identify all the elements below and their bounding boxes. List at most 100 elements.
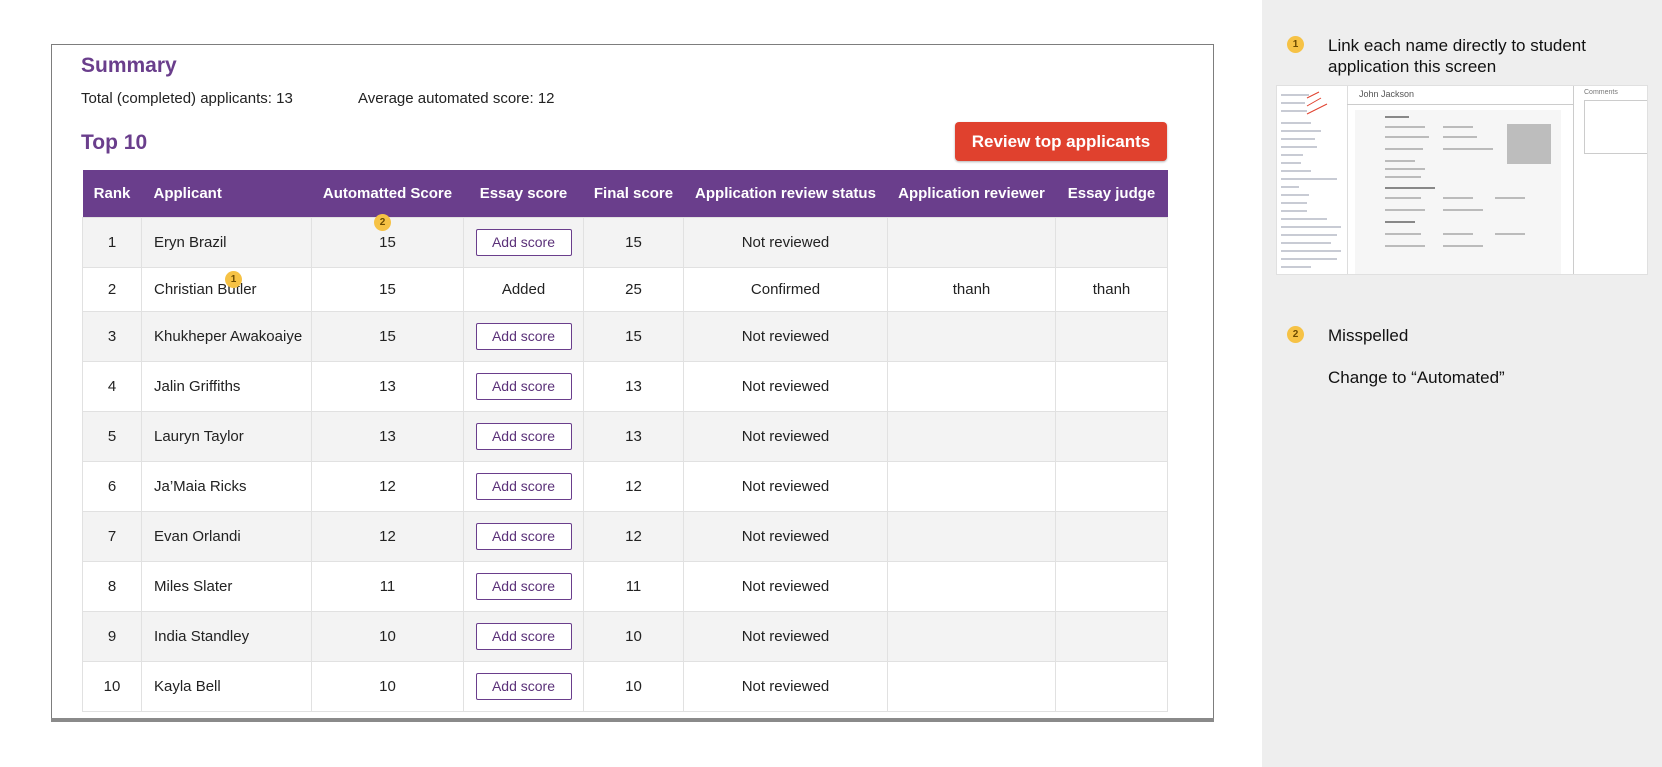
add-score-button[interactable]: Add score xyxy=(475,623,572,650)
cell-applicant[interactable]: Jalin Griffiths xyxy=(141,361,312,412)
cell-review-status: Not reviewed xyxy=(683,461,888,512)
cell-rank: 3 xyxy=(82,311,142,362)
top-10-heading: Top 10 xyxy=(81,131,148,154)
cell-automated-score: 10 xyxy=(311,611,464,662)
cell-rank: 9 xyxy=(82,611,142,662)
cell-rank: 2 xyxy=(82,267,142,312)
add-score-button[interactable]: Add score xyxy=(475,473,572,500)
thumbnail-guardian-card xyxy=(1355,181,1561,274)
cell-applicant[interactable]: Khukheper Awakoaiye xyxy=(141,311,312,362)
cell-rank: 7 xyxy=(82,511,142,562)
cell-essay-score: Add score xyxy=(463,611,584,662)
table-row: 10 Kayla Bell 10 Add score 10 Not review… xyxy=(82,661,1168,712)
cell-applicant[interactable]: Kayla Bell xyxy=(141,661,312,712)
cell-review-status: Not reviewed xyxy=(683,611,888,662)
cell-reviewer xyxy=(887,661,1056,712)
cell-essay-score: Add score xyxy=(463,311,584,362)
header-essay-judge[interactable]: Essay judge xyxy=(1055,170,1168,218)
cell-rank: 10 xyxy=(82,661,142,712)
cell-applicant[interactable]: India Standley xyxy=(141,611,312,662)
cell-rank: 1 xyxy=(82,217,142,268)
cell-applicant[interactable]: Eryn Brazil xyxy=(141,217,312,268)
annotation-marker-1-legend: 1 xyxy=(1287,36,1304,53)
cell-essay-judge xyxy=(1055,217,1168,268)
cell-reviewer xyxy=(887,411,1056,462)
header-essay-score[interactable]: Essay score xyxy=(463,170,584,218)
cell-applicant[interactable]: Lauryn Taylor xyxy=(141,411,312,462)
cell-essay-score: Add score xyxy=(463,511,584,562)
cell-reviewer xyxy=(887,561,1056,612)
thumbnail-header: John Jackson xyxy=(1347,86,1573,105)
cell-essay-score: Add score xyxy=(463,361,584,412)
cell-applicant[interactable]: Miles Slater xyxy=(141,561,312,612)
cell-final-score: 15 xyxy=(583,311,684,362)
cell-reviewer xyxy=(887,311,1056,362)
cell-final-score: 13 xyxy=(583,361,684,412)
cell-automated-score: 12 xyxy=(311,511,464,562)
thumbnail-avatar xyxy=(1507,124,1551,164)
cell-review-status: Not reviewed xyxy=(683,361,888,412)
cell-essay-judge xyxy=(1055,511,1168,562)
cell-automated-score: 13 xyxy=(311,411,464,462)
header-review-status[interactable]: Application review status xyxy=(683,170,888,218)
note-2-body: Change to “Automated” xyxy=(1328,368,1505,387)
total-applicants: Total (completed) applicants: 13 xyxy=(81,90,293,107)
average-score: Average automated score: 12 xyxy=(358,90,555,107)
table-row: 5 Lauryn Taylor 13 Add score 13 Not revi… xyxy=(82,411,1168,462)
cell-essay-score: Added xyxy=(463,267,584,312)
applicants-table: Rank Applicant Automatted Score Essay sc… xyxy=(82,170,1168,712)
thumbnail-comments-panel: Comments xyxy=(1573,86,1647,274)
cell-essay-score: Add score xyxy=(463,411,584,462)
cell-applicant[interactable]: Ja’Maia Ricks xyxy=(141,461,312,512)
cell-review-status: Not reviewed xyxy=(683,661,888,712)
cell-final-score: 15 xyxy=(583,217,684,268)
cell-review-status: Not reviewed xyxy=(683,411,888,462)
cell-rank: 8 xyxy=(82,561,142,612)
annotation-marker-2[interactable]: 2 xyxy=(374,214,391,231)
cell-review-status: Not reviewed xyxy=(683,511,888,562)
cell-reviewer xyxy=(887,461,1056,512)
student-application-thumbnail: John Jackson Comments xyxy=(1276,85,1648,275)
cell-essay-judge xyxy=(1055,411,1168,462)
cell-final-score: 10 xyxy=(583,611,684,662)
header-final-score[interactable]: Final score xyxy=(583,170,684,218)
cell-rank: 5 xyxy=(82,411,142,462)
add-score-button[interactable]: Add score xyxy=(475,373,572,400)
table-row: 8 Miles Slater 11 Add score 11 Not revie… xyxy=(82,561,1168,612)
panel-bottom-bar xyxy=(51,718,1214,722)
cell-essay-score: Add score xyxy=(463,661,584,712)
table-row: 2 Christian Butler 15 Added 25 Confirmed… xyxy=(82,267,1168,312)
thumbnail-red-marks xyxy=(1306,91,1328,115)
cell-rank: 4 xyxy=(82,361,142,412)
table-row: 7 Evan Orlandi 12 Add score 12 Not revie… xyxy=(82,511,1168,562)
annotation-marker-1[interactable]: 1 xyxy=(225,271,242,288)
cell-essay-judge xyxy=(1055,311,1168,362)
cell-reviewer xyxy=(887,217,1056,268)
add-score-button[interactable]: Add score xyxy=(475,423,572,450)
header-reviewer[interactable]: Application reviewer xyxy=(887,170,1056,218)
header-rank[interactable]: Rank xyxy=(82,170,142,218)
header-applicant[interactable]: Applicant xyxy=(141,170,312,218)
add-score-button[interactable]: Add score xyxy=(475,673,572,700)
table-header-row: Rank Applicant Automatted Score Essay sc… xyxy=(82,170,1168,218)
cell-final-score: 12 xyxy=(583,461,684,512)
cell-essay-judge xyxy=(1055,461,1168,512)
add-score-button[interactable]: Add score xyxy=(475,523,572,550)
cell-essay-judge xyxy=(1055,361,1168,412)
thumbnail-student-name: John Jackson xyxy=(1359,89,1415,99)
cell-essay-score: Add score xyxy=(463,461,584,512)
thumbnail-comments-label: Comments xyxy=(1584,89,1618,96)
cell-essay-judge: thanh xyxy=(1055,267,1168,312)
cell-essay-score: Add score xyxy=(463,217,584,268)
cell-automated-score: 15 xyxy=(311,311,464,362)
review-top-applicants-button[interactable]: Review top applicants xyxy=(955,122,1167,161)
cell-reviewer: thanh xyxy=(887,267,1056,312)
header-automated-score[interactable]: Automatted Score xyxy=(311,170,464,218)
table-row: 3 Khukheper Awakoaiye 15 Add score 15 No… xyxy=(82,311,1168,362)
cell-applicant[interactable]: Evan Orlandi xyxy=(141,511,312,562)
add-score-button[interactable]: Add score xyxy=(475,229,572,256)
cell-essay-judge xyxy=(1055,561,1168,612)
add-score-button[interactable]: Add score xyxy=(475,323,572,350)
add-score-button[interactable]: Add score xyxy=(475,573,572,600)
cell-automated-score: 12 xyxy=(311,461,464,512)
